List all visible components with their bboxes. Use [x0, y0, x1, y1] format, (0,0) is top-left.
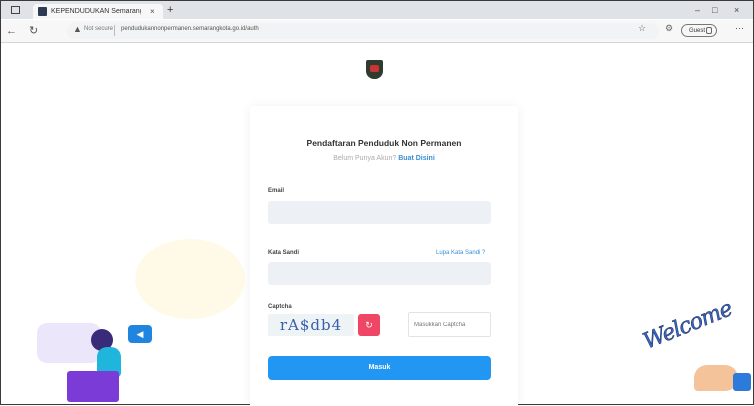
window-close-button[interactable]: ×	[734, 3, 739, 17]
new-tab-button[interactable]: +	[167, 3, 173, 18]
site-favicon-icon	[38, 7, 47, 16]
not-secure-label: Not secure	[84, 26, 114, 32]
captcha-refresh-button[interactable]: ↻	[358, 314, 380, 336]
tab-close-icon[interactable]: ×	[150, 4, 155, 19]
illustration-play-icon: ◀	[128, 325, 152, 343]
extensions-icon[interactable]: ⚙	[665, 23, 673, 34]
illustration-sleeve	[733, 373, 751, 391]
registration-card: Pendaftaran Penduduk Non Permanen Belum …	[250, 106, 518, 406]
guest-profile-button[interactable]: Guest	[681, 24, 717, 37]
signup-link[interactable]: Buat Disini	[398, 155, 435, 162]
title-bar: KEPENDUDUKAN Semarang × + – □ ×	[1, 1, 753, 19]
email-field[interactable]	[268, 201, 491, 224]
url-text[interactable]: pendudukannonpermanen.semarangkota.go.id…	[121, 26, 259, 32]
welcome-illustration-text: Welcome	[639, 296, 736, 355]
sidebar-toggle-icon[interactable]	[11, 6, 20, 14]
more-menu-icon[interactable]: ⋯	[735, 23, 744, 34]
forgot-password-link[interactable]: Lupa Kata Sandi ?	[436, 250, 485, 256]
minimize-button[interactable]: –	[695, 3, 700, 17]
reload-button[interactable]: ↻	[29, 23, 38, 39]
city-logo-icon	[366, 60, 383, 79]
email-label: Email	[268, 188, 285, 194]
signup-prompt: Belum Punya Akun? Buat Disini	[250, 155, 518, 162]
password-field[interactable]	[268, 262, 491, 285]
signup-prompt-text: Belum Punya Akun?	[333, 155, 397, 162]
form-title: Pendaftaran Penduduk Non Permanen	[306, 138, 462, 148]
profile-icon	[706, 27, 712, 34]
captcha-image: rA$db4	[268, 314, 354, 336]
bookmark-star-icon[interactable]: ☆	[638, 23, 646, 34]
guest-label: Guest	[689, 28, 706, 34]
illustration-hand	[694, 365, 738, 391]
page-content: Pendaftaran Penduduk Non Permanen Belum …	[1, 43, 753, 406]
background-shape	[135, 239, 245, 319]
captcha-input[interactable]	[408, 312, 491, 337]
login-button[interactable]: Masuk	[268, 356, 491, 380]
address-bar: ← ↻ ▲ Not secure pendudukannonpermanen.s…	[1, 20, 753, 43]
url-field[interactable]: ▲ Not secure pendudukannonpermanen.semar…	[67, 23, 659, 39]
url-divider	[114, 25, 115, 36]
restore-button[interactable]: □	[712, 3, 717, 17]
back-button[interactable]: ←	[6, 23, 17, 39]
warning-icon: ▲	[73, 24, 82, 34]
illustration-laptop	[67, 371, 119, 402]
browser-tab[interactable]: KEPENDUDUKAN Semarang ×	[33, 4, 163, 19]
captcha-label: Captcha	[268, 304, 292, 310]
tab-title: KEPENDUDUKAN Semarang	[51, 8, 141, 15]
password-label: Kata Sandi	[268, 250, 300, 256]
